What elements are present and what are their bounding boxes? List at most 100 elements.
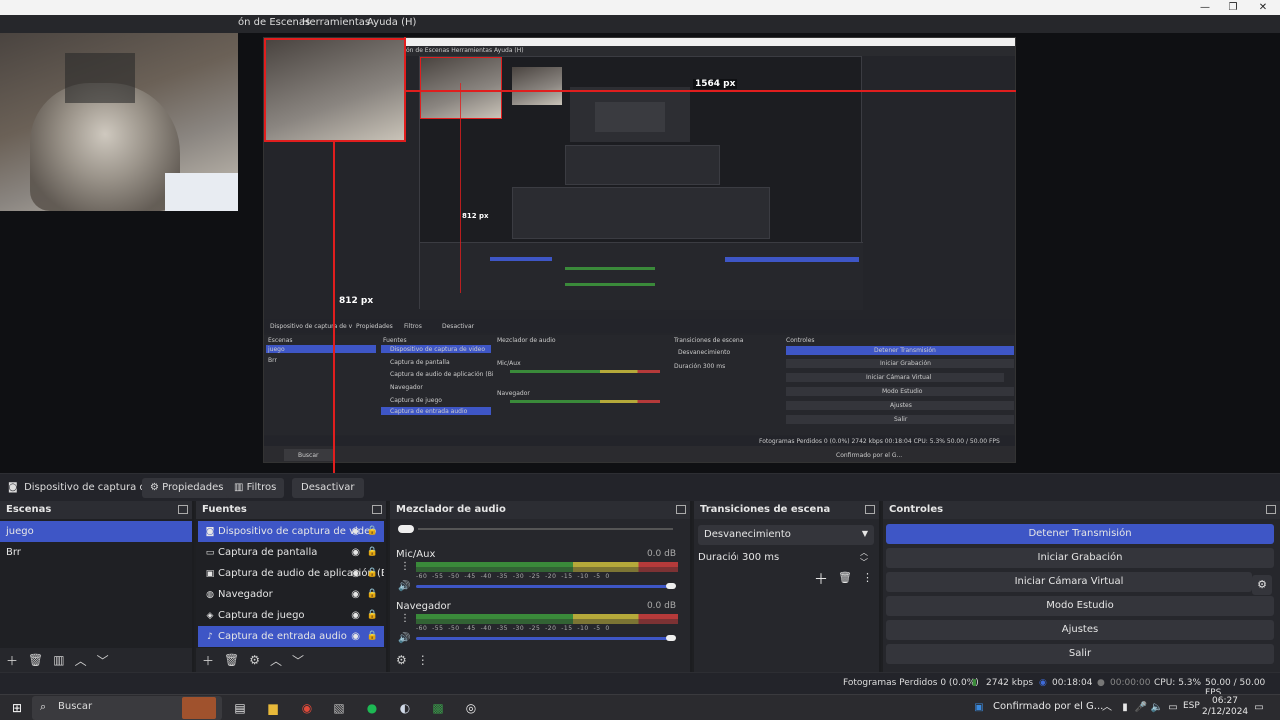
clock-time[interactable]: 06:27 bbox=[1210, 696, 1240, 706]
stop-stream-button[interactable]: Detener Transmisión bbox=[886, 524, 1274, 544]
meter-ticks: -60 -55 -50 -45 -40 -35 -30 -25 -20 -15 … bbox=[416, 573, 610, 580]
transition-select[interactable]: Desvanecimiento ▼ bbox=[698, 525, 874, 545]
windows-start-icon[interactable]: ⊞ bbox=[8, 698, 26, 718]
microphone-icon[interactable]: 🎤 bbox=[1134, 698, 1148, 718]
source-item[interactable]: ◍ Navegador ◉ 🔒 bbox=[198, 584, 384, 605]
arrow-down-icon[interactable]: ﹀ bbox=[292, 652, 304, 669]
trash-icon[interactable]: 🗑 bbox=[28, 653, 43, 667]
lock-icon[interactable]: 🔒 bbox=[367, 584, 378, 605]
preview-area[interactable]: ón de Escenas Herramientas Ayuda (H) Dis… bbox=[0, 33, 1280, 473]
eye-icon[interactable]: ◉ bbox=[351, 542, 360, 563]
arrow-up-icon[interactable]: ︿ bbox=[270, 652, 282, 669]
language-indicator[interactable]: ESP bbox=[1183, 701, 1200, 711]
add-icon[interactable]: ＋ bbox=[202, 652, 214, 669]
gear-icon[interactable]: ⚙ bbox=[1252, 575, 1272, 595]
volume-slider[interactable] bbox=[416, 637, 672, 640]
lock-icon[interactable]: 🔒 bbox=[367, 521, 378, 542]
advanced-audio-icon[interactable]: ⚙ bbox=[396, 653, 407, 667]
exit-button[interactable]: Salir bbox=[886, 644, 1274, 664]
clock-date[interactable]: 2/12/2024 bbox=[1202, 707, 1248, 717]
sources-dock: Fuentes ◙ Dispositivo de captura de video… bbox=[196, 501, 388, 672]
tray-app-icon[interactable]: ▮ bbox=[1118, 698, 1132, 718]
task-view-icon[interactable]: ▤ bbox=[230, 698, 250, 718]
close-button[interactable]: ✕ bbox=[1250, 0, 1276, 15]
scenes-dock: Escenas juego Brr ＋ 🗑 ▥ ︿ ﹀ bbox=[0, 501, 194, 672]
eye-icon[interactable]: ◉ bbox=[351, 563, 360, 584]
menu-bar: ón de Escenas Herramientas Ayuda (H) bbox=[0, 15, 1280, 33]
eye-icon[interactable]: ◉ bbox=[351, 626, 360, 647]
tray-chevron-icon[interactable]: ︿ bbox=[1100, 698, 1114, 718]
eye-icon[interactable]: ◉ bbox=[351, 521, 360, 542]
stepper-down-icon[interactable]: ﹀ bbox=[860, 557, 868, 568]
kebab-icon[interactable]: ⋮ bbox=[400, 561, 410, 572]
arrow-down-icon[interactable]: ﹀ bbox=[97, 652, 109, 669]
add-icon[interactable]: ＋ bbox=[814, 569, 828, 589]
source-item[interactable]: ◈ Captura de juego ◉ 🔒 bbox=[198, 605, 384, 626]
menu-help[interactable]: Ayuda (H) bbox=[367, 17, 416, 28]
undock-icon[interactable] bbox=[865, 505, 875, 514]
filter-icon[interactable]: ▥ bbox=[53, 653, 64, 667]
settings-button[interactable]: Ajustes bbox=[886, 620, 1274, 640]
lock-icon[interactable]: 🔒 bbox=[367, 626, 378, 647]
minimize-button[interactable]: — bbox=[1192, 0, 1218, 15]
spotify-icon[interactable]: ● bbox=[362, 698, 382, 718]
trash-icon[interactable]: 🗑 bbox=[224, 653, 239, 667]
microphone-icon: ♪ bbox=[207, 632, 213, 642]
mixer-toolbar: ⚙ ⋮ bbox=[390, 648, 690, 672]
source-item[interactable]: ◙ Dispositivo de captura de video ◉ 🔒 bbox=[198, 521, 384, 542]
undock-icon[interactable] bbox=[676, 505, 686, 514]
network-icon[interactable]: ▭ bbox=[1166, 698, 1180, 718]
kebab-icon[interactable]: ⋮ bbox=[400, 613, 410, 624]
notification-text[interactable]: Confirmado por el G... bbox=[993, 701, 1103, 712]
lock-icon[interactable]: 🔒 bbox=[367, 542, 378, 563]
scene-item[interactable]: juego bbox=[0, 521, 192, 542]
eye-icon[interactable]: ◉ bbox=[351, 584, 360, 605]
scene-item[interactable]: Brr bbox=[0, 542, 192, 563]
duration-field[interactable]: 300 ms ︿ ﹀ bbox=[738, 548, 874, 569]
source-item[interactable]: ▭ Captura de pantalla ◉ 🔒 bbox=[198, 542, 384, 563]
volume-icon[interactable]: 🔈 bbox=[1150, 698, 1164, 718]
menu-scene-collection[interactable]: ón de Escenas bbox=[238, 17, 310, 28]
source-item[interactable]: ▣ Captura de audio de aplicación (Bi ◉ 🔒 bbox=[198, 563, 384, 584]
volume-knob[interactable] bbox=[666, 583, 676, 589]
dropped-frames: Fotogramas Perdidos 0 (0.0%) bbox=[843, 678, 979, 688]
channel-db: 0.0 dB bbox=[646, 549, 676, 559]
kebab-icon[interactable]: ⋮ bbox=[417, 653, 429, 667]
record-icon: ● bbox=[1097, 678, 1105, 688]
menu-tools[interactable]: Herramientas bbox=[302, 17, 370, 28]
eye-icon[interactable]: ◉ bbox=[351, 605, 360, 626]
maximize-button[interactable]: ❐ bbox=[1220, 0, 1246, 15]
start-virtual-camera-button[interactable]: Iniciar Cámara Virtual bbox=[886, 572, 1252, 592]
speaker-icon[interactable]: 🔊 bbox=[398, 633, 410, 644]
bitrate: 2742 kbps bbox=[986, 678, 1034, 688]
undock-icon[interactable] bbox=[178, 505, 188, 514]
lock-icon[interactable]: 🔒 bbox=[367, 605, 378, 626]
lock-icon[interactable]: 🔒 bbox=[367, 563, 378, 584]
volume-knob[interactable] bbox=[666, 635, 676, 641]
add-icon[interactable]: ＋ bbox=[6, 652, 18, 669]
arrow-up-icon[interactable]: ︿ bbox=[75, 652, 87, 669]
undock-icon[interactable] bbox=[1266, 505, 1276, 514]
source-item[interactable]: ♪ Captura de entrada audio ◉ 🔒 bbox=[198, 626, 384, 647]
record-time: 00:00:00 bbox=[1110, 678, 1151, 688]
taskbar-search[interactable]: ⌕ Buscar bbox=[32, 696, 222, 720]
deactivate-button[interactable]: Desactivar bbox=[292, 478, 364, 498]
app-icon[interactable]: ▧ bbox=[329, 698, 349, 718]
volume-slider[interactable] bbox=[416, 585, 672, 588]
notification-center-icon[interactable]: ▭ bbox=[1252, 698, 1266, 718]
start-recording-button[interactable]: Iniciar Grabación bbox=[886, 548, 1274, 568]
xbox-icon[interactable]: ▩ bbox=[428, 698, 448, 718]
chrome-icon[interactable]: ◉ bbox=[297, 698, 317, 718]
studio-mode-button[interactable]: Modo Estudio bbox=[886, 596, 1274, 616]
speaker-icon[interactable]: 🔊 bbox=[398, 581, 410, 592]
file-explorer-icon[interactable]: ▆ bbox=[263, 698, 283, 718]
obs-icon[interactable]: ◎ bbox=[461, 698, 481, 718]
properties-button[interactable]: ⚙ Propiedades bbox=[142, 478, 232, 498]
cpu-usage: CPU: 5.3% bbox=[1154, 678, 1202, 688]
undock-icon[interactable] bbox=[372, 505, 382, 514]
filters-button[interactable]: ▥ Filtros bbox=[226, 478, 285, 498]
kebab-icon[interactable]: ⋮ bbox=[862, 571, 873, 584]
gear-icon[interactable]: ⚙ bbox=[249, 653, 260, 667]
steam-icon[interactable]: ◐ bbox=[395, 698, 415, 718]
trash-icon[interactable]: 🗑 bbox=[838, 571, 852, 584]
